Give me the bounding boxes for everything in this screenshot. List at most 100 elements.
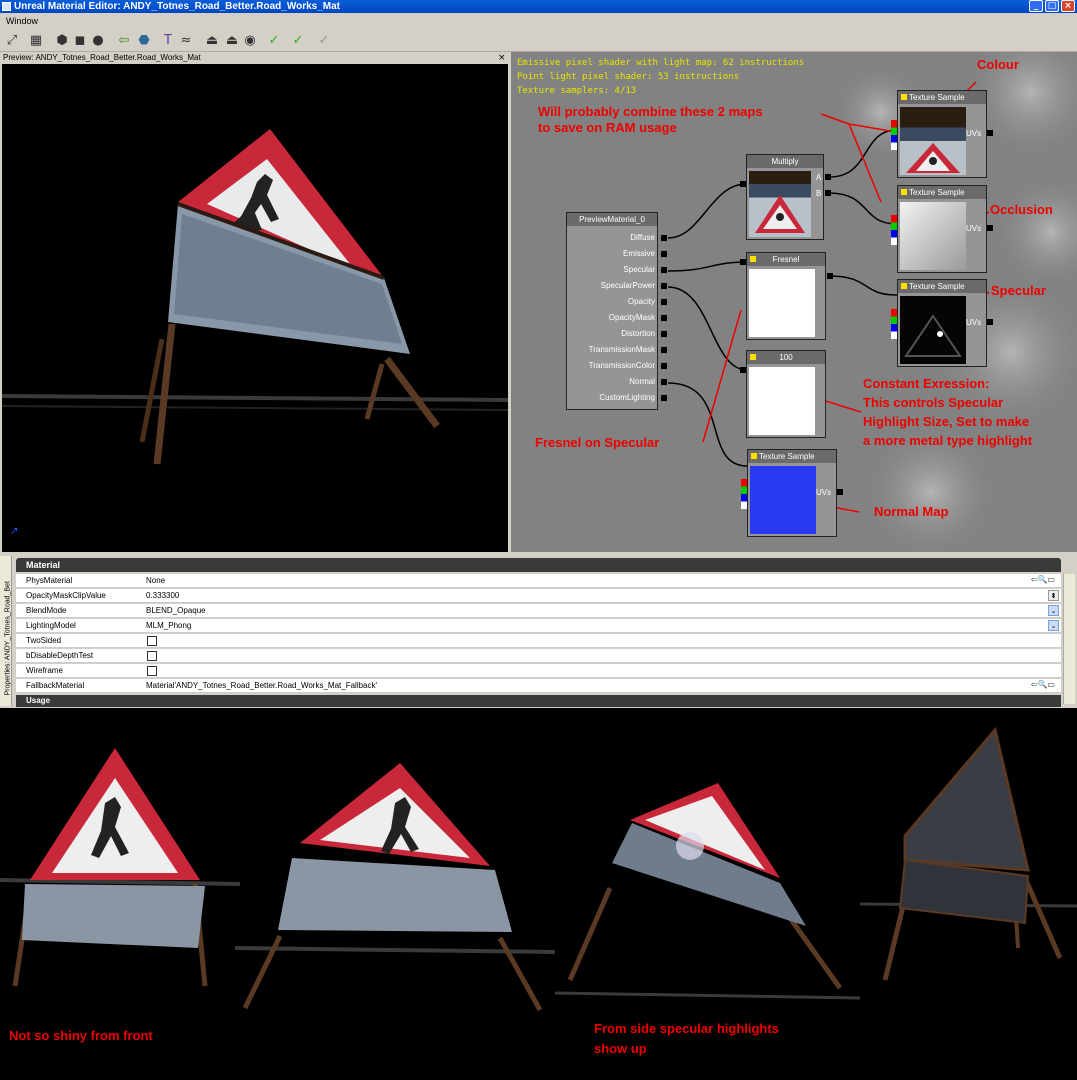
grid-icon[interactable]: ▦ [28,33,44,49]
material-editor-window: Unreal Material Editor: ANDY_Totnes_Road… [0,0,1077,708]
property-tools-icon[interactable]: ⇦🔍▭ [1031,575,1055,584]
menu-window[interactable]: Window [6,16,38,26]
node-out-icon[interactable]: ⏏ [224,33,240,49]
uvs-pin[interactable] [987,319,993,325]
properties-panel: Properties: ANDY_Totnes_Road_Bet Materia… [0,556,1077,708]
pin-normal: Normal [629,377,655,386]
pin-transmission-mask: TransmissionMask [588,345,655,354]
apply-all-check-icon[interactable]: ✓ [290,33,306,49]
annotation-fresnel: Fresnel on Specular [535,435,660,450]
property-row-fallback-material[interactable]: FallbackMaterial Material'ANDY_Totnes_Roa… [16,679,1061,693]
property-row-wireframe[interactable]: Wireframe [16,664,1061,678]
input-pin[interactable] [661,267,667,273]
node-texture-specular[interactable]: Texture Sample UVs [897,279,987,367]
node-texture-colour[interactable]: Texture Sample UVs [897,90,987,178]
node-title: Multiply [747,155,823,168]
input-pin[interactable] [661,395,667,401]
node-title: Texture Sample [748,450,836,463]
close-icon[interactable]: × [1061,0,1075,12]
annotation-combine: Will probably combine these 2 maps to sa… [538,104,763,135]
property-category-usage[interactable]: Usage [16,695,1061,707]
checkbox[interactable] [147,651,157,661]
input-pin-a[interactable] [825,174,831,180]
normal-texture-preview [750,466,816,534]
text-icon[interactable]: T [160,33,176,49]
node-fresnel[interactable]: Fresnel [746,252,826,340]
property-row-two-sided[interactable]: TwoSided [16,634,1061,648]
property-row-physmaterial[interactable]: PhysMaterial None ⇦🔍▭ [16,574,1061,588]
apply-check-icon[interactable]: ✓ [266,33,282,49]
maximize-icon[interactable]: □ [1045,0,1059,12]
checkbox[interactable] [147,636,157,646]
channel-pins[interactable] [891,120,897,150]
eye-icon[interactable]: ◉ [242,33,258,49]
uvs-pin[interactable] [987,130,993,136]
input-pin[interactable] [661,315,667,321]
minimize-icon[interactable]: _ [1029,0,1043,12]
input-pin[interactable] [661,235,667,241]
input-pin[interactable] [661,251,667,257]
property-tools-icon[interactable]: ⇦🔍▭ [1031,680,1055,689]
pin-diffuse: Diffuse [630,233,655,242]
output-pin[interactable] [740,367,746,373]
annotation-occlusion: Occlusion [990,202,1053,217]
property-row-lighting-model[interactable]: LightingModel MLM_Phong ⌄ [16,619,1061,633]
node-preview-material[interactable]: PreviewMaterial_0 Diffuse Emissive Specu… [566,212,658,410]
node-constant[interactable]: 100 [746,350,826,438]
output-pin[interactable] [740,259,746,265]
property-row-opacity-mask-clip[interactable]: OpacityMaskClipValue 0.333300 ⬍ [16,589,1061,603]
sphere-icon[interactable]: ● [90,33,106,49]
disabled-check-icon[interactable]: ✓ [316,33,332,49]
multiply-preview [749,171,811,237]
input-pin[interactable] [661,331,667,337]
properties-side-tab[interactable]: Properties: ANDY_Totnes_Road_Bet [0,556,12,706]
properties-scrollbar[interactable] [1063,574,1075,704]
checkbox[interactable] [147,666,157,676]
node-texture-occlusion[interactable]: Texture Sample UVs [897,185,987,273]
home-icon[interactable]: ⬣ [136,33,152,49]
pin-custom-lighting: CustomLighting [599,393,655,402]
dropdown-chevron-icon[interactable]: ⌄ [1048,605,1059,616]
channel-pins[interactable] [891,215,897,245]
input-pin[interactable] [661,363,667,369]
fresnel-preview [749,269,815,337]
property-category-material[interactable]: Material [16,558,1061,572]
back-arrow-icon[interactable]: ⇦ [116,33,132,49]
toolbar: ⤢ ▦ ⬢ ◼ ● ⇦ ⬣ T ≈ ⏏ ⏏ ◉ ✓ ✓ ✓ [0,30,1077,52]
node-title: Texture Sample [898,280,986,293]
cylinder-icon[interactable]: ⬢ [54,33,70,49]
input-pin-b[interactable] [825,190,831,196]
channel-pins[interactable] [741,479,747,509]
input-pin[interactable] [661,299,667,305]
input-pin[interactable] [661,379,667,385]
uvs-pin[interactable] [837,489,843,495]
spinner-icon[interactable]: ⬍ [1048,590,1059,601]
input-pin[interactable] [827,273,833,279]
preview-close-icon[interactable]: × [498,52,506,64]
output-pin[interactable] [740,181,746,187]
input-pin[interactable] [661,283,667,289]
input-pin[interactable] [661,347,667,353]
axis-gizmo: ↗ [10,526,18,537]
caption-side: From side specular highlights show up [594,1021,779,1056]
pin-emissive: Emissive [622,249,655,258]
uvs-label: UVs [966,318,982,327]
pin-b: B [816,189,822,198]
node-multiply[interactable]: Multiply A B [746,154,824,240]
preview-viewport[interactable]: ↗ [2,64,508,552]
pin-transmission-color: TransmissionColor [588,361,655,370]
curve-icon[interactable]: ≈ [178,33,194,49]
channel-pins[interactable] [891,309,897,339]
uvs-label: UVs [816,488,832,497]
node-texture-normal[interactable]: Texture Sample UVs [747,449,837,537]
property-row-blend-mode[interactable]: BlendMode BLEND_Opaque ⌄ [16,604,1061,618]
constant-preview [749,367,815,435]
fit-view-icon[interactable]: ⤢ [4,33,20,49]
material-graph[interactable]: Emissive pixel shader with light map: 62… [511,52,1077,552]
dropdown-chevron-icon[interactable]: ⌄ [1048,620,1059,631]
cube-icon[interactable]: ◼ [72,33,88,49]
property-row-disable-depth-test[interactable]: bDisableDepthTest [16,649,1061,663]
uvs-pin[interactable] [987,225,993,231]
comparison-renders: Not so shiny from front From side specul… [0,708,1077,1080]
node-in-icon[interactable]: ⏏ [204,33,220,49]
